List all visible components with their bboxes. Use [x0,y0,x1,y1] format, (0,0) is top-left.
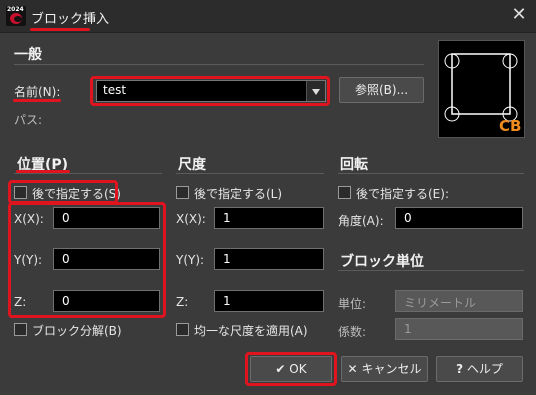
scale-separator [176,173,324,174]
scale-y-value: 1 [223,252,231,266]
scale-x-label: X(X): [176,212,206,226]
close-icon[interactable]: ✕ [508,4,530,26]
block-unit-separator [338,270,524,271]
rotation-specify-later-label: 後で指定する(E): [356,187,449,201]
scale-x-field[interactable]: 1 [214,207,324,229]
scale-specify-later-label: 後で指定する(L) [194,187,283,201]
angle-label: 角度(A): [338,214,384,228]
scale-specify-later-checkbox[interactable] [176,186,189,199]
ok-button-highlight [245,352,337,386]
name-combobox-highlight [90,76,330,106]
explode-checkbox[interactable] [14,323,27,336]
factor-label: 係数: [338,325,367,339]
block-preview: CB [438,40,525,138]
general-header: 一般 [14,47,42,63]
help-icon: ? [456,362,464,376]
general-separator [14,64,424,65]
app-icon-year: 2024 [7,6,24,13]
preview-watermark: CB [499,117,522,135]
position-separator [14,173,162,174]
cancel-label: キャンセル [361,362,422,376]
explode-label: ブロック分解(B) [32,324,122,338]
position-fields-highlight [8,202,166,318]
name-label-highlight [13,99,61,102]
block-unit-header: ブロック単位 [340,254,424,270]
uniform-scale-checkbox[interactable] [176,323,189,336]
scale-y-label: Y(Y): [176,253,205,267]
help-button[interactable]: ? ヘルプ [436,356,523,382]
scale-y-field[interactable]: 1 [214,248,324,270]
rotation-header: 回転 [340,157,368,173]
browse-button[interactable]: 参照(B)... [339,77,424,103]
unit-field: ミリメートル [395,290,523,312]
position-specify-later-highlight [8,180,118,204]
rotation-specify-later-checkbox[interactable] [338,186,351,199]
scale-z-label: Z: [176,295,189,309]
angle-field[interactable]: 0 [395,207,523,229]
factor-field: 1 [395,318,523,340]
rotation-separator [338,173,524,174]
factor-value: 1 [404,322,412,336]
title-highlight [30,28,90,31]
unit-value: ミリメートル [404,296,477,310]
scale-z-field[interactable]: 1 [214,290,324,312]
uniform-scale-label: 均一な尺度を適用(A) [194,324,308,338]
scale-header: 尺度 [178,157,206,173]
unit-label: 単位: [338,297,367,311]
cancel-button[interactable]: ✕ キャンセル [341,356,428,382]
window-title: ブロック挿入 [31,12,110,27]
close-icon: ✕ [347,362,358,376]
help-label: ヘルプ [466,362,503,376]
name-label: 名前(N): [14,85,61,99]
scale-z-value: 1 [223,294,231,308]
path-label: パス: [14,113,43,127]
angle-value: 0 [404,211,412,225]
app-icon: 2024 [6,6,26,26]
scale-x-value: 1 [223,211,231,225]
